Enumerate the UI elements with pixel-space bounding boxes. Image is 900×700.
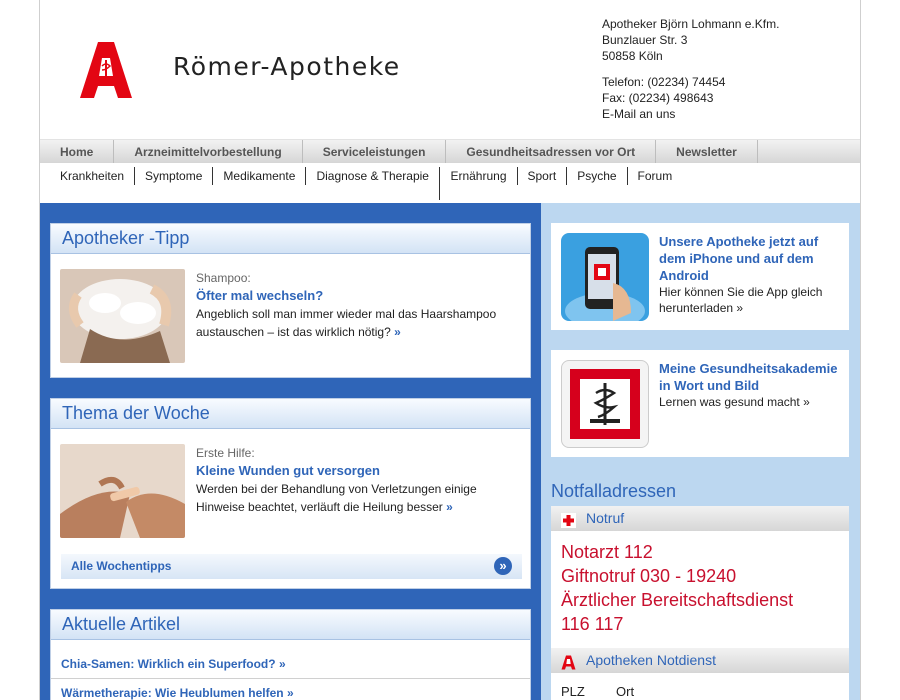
notdienst-header[interactable]: Apotheken Notdienst <box>551 648 849 673</box>
shampoo-image[interactable] <box>60 269 185 363</box>
subnav-symptome[interactable]: Symptome <box>135 167 214 185</box>
right-column: Unsere Apotheke jetzt auf dem iPhone und… <box>541 203 860 700</box>
contact-email-link[interactable]: E-Mail an uns <box>602 106 779 122</box>
double-chevron-right-icon: » <box>494 557 512 575</box>
woche-box: Thema der Woche Erste Hilfe: Kleine Wund… <box>50 398 531 589</box>
notdienst-box: Apotheken Notdienst PLZ Ort <box>551 648 849 700</box>
notruf-line-giftnotruf: Giftnotruf 030 - 19240 <box>561 566 737 586</box>
notruf-line-bereitschaftsdienst: Ärztlicher Bereitschaftsdienst <box>561 590 794 610</box>
subnav-medikamente[interactable]: Medikamente <box>213 167 307 185</box>
nav-home[interactable]: Home <box>40 140 115 163</box>
subnav-psyche[interactable]: Psyche <box>567 167 628 185</box>
all-weekly-tips-button[interactable]: Alle Wochentipps » <box>61 554 522 579</box>
woche-kicker: Erste Hilfe: <box>196 446 255 460</box>
notruf-line-notarzt: Notarzt 112 <box>561 542 653 562</box>
subnav-krankheiten[interactable]: Krankheiten <box>50 167 136 185</box>
contact-block: Apotheker Björn Lohmann e.Kfm. Bunzlauer… <box>602 16 779 122</box>
contact-owner: Apotheker Björn Lohmann e.Kfm. <box>602 17 780 31</box>
notruf-label: Notruf <box>586 510 625 526</box>
phone-app-icon <box>561 233 649 321</box>
nav-newsletter[interactable]: Newsletter <box>656 140 758 163</box>
sub-nav: Krankheiten Symptome Medikamente Diagnos… <box>50 167 682 201</box>
academy-promo-title[interactable]: Meine Gesundheitsakademie in Wort und Bi… <box>659 360 844 394</box>
left-column: Apotheker -Tipp Shampoo: Öfter mal wechs… <box>40 203 541 700</box>
woche-content: Erste Hilfe: Kleine Wunden gut versorgen… <box>196 444 516 516</box>
nav-serviceleistungen[interactable]: Serviceleistungen <box>303 140 447 163</box>
apotheke-small-icon <box>561 653 576 670</box>
all-weekly-tips-label: Alle Wochentipps <box>71 559 172 573</box>
notdienst-label: Apotheken Notdienst <box>586 652 716 668</box>
contact-fax: Fax: (02234) 498643 <box>602 91 714 105</box>
notfall-title: Notfalladressen <box>551 481 677 501</box>
woche-text-body: Werden bei der Behandlung von Verletzung… <box>196 482 477 514</box>
tipp-more-link[interactable]: » <box>394 325 401 339</box>
artikel-link-chia[interactable]: Chia-Samen: Wirklich ein Superfood? » <box>61 657 286 671</box>
contact-phone: Telefon: (02234) 74454 <box>602 75 726 89</box>
nav-gesundheitsadressen[interactable]: Gesundheitsadressen vor Ort <box>446 140 657 163</box>
notruf-header: Notruf <box>551 506 849 531</box>
notruf-numbers: Notarzt 112 Giftnotruf 030 - 19240 Ärztl… <box>551 531 849 636</box>
apotheke-logo-icon[interactable] <box>78 40 134 100</box>
subnav-sport[interactable]: Sport <box>518 167 568 185</box>
red-cross-icon <box>561 511 576 528</box>
app-promo-title[interactable]: Unsere Apotheke jetzt auf dem iPhone und… <box>659 233 844 284</box>
artikel-box: Aktuelle Artikel Chia-Samen: Wirklich ei… <box>50 609 531 700</box>
contact-street: Bunzlauer Str. 3 <box>602 33 688 47</box>
brand-title: Römer-Apotheke <box>173 52 401 81</box>
woche-text: Werden bei der Behandlung von Verletzung… <box>196 480 516 516</box>
artikel-more-chia: » <box>278 657 286 671</box>
tipp-content: Shampoo: Öfter mal wechseln? Angeblich s… <box>196 269 516 341</box>
subnav-diagnose-therapie[interactable]: Diagnose & Therapie <box>306 167 441 200</box>
artikel-link-waermetherapie[interactable]: Wärmetherapie: Wie Heublumen helfen » <box>61 686 294 700</box>
artikel-title: Aktuelle Artikel <box>51 610 530 640</box>
artikel-label-waermetherapie: Wärmetherapie: Wie Heublumen helfen <box>61 686 284 700</box>
notruf-line-116117: 116 117 <box>561 614 624 634</box>
notruf-box: Notruf Notarzt 112 Giftnotruf 030 - 1924… <box>551 506 849 648</box>
tipp-kicker: Shampoo: <box>196 271 251 285</box>
academy-promo[interactable]: Meine Gesundheitsakademie in Wort und Bi… <box>551 350 849 457</box>
artikel-more-waermetherapie: » <box>286 686 294 700</box>
app-promo-text[interactable]: Hier können Sie die App gleich herunterl… <box>659 284 844 316</box>
ort-label: Ort <box>616 684 635 699</box>
wound-care-image[interactable] <box>60 444 185 538</box>
subnav-forum[interactable]: Forum <box>628 167 683 185</box>
tipp-text: Angeblich soll man immer wieder mal das … <box>196 305 516 341</box>
contact-city: 50858 Köln <box>602 49 663 63</box>
academy-promo-text[interactable]: Lernen was gesund macht » <box>659 394 844 410</box>
woche-more-link[interactable]: » <box>446 500 453 514</box>
page: Römer-Apotheke Apotheker Björn Lohmann e… <box>39 0 861 700</box>
plz-label: PLZ <box>561 684 585 699</box>
main-nav: Home Arzneimittelvorbestellung Servicele… <box>40 139 860 163</box>
tipp-headline-link[interactable]: Öfter mal wechseln? <box>196 287 516 305</box>
app-promo[interactable]: Unsere Apotheke jetzt auf dem iPhone und… <box>551 223 849 330</box>
artikel-label-chia: Chia-Samen: Wirklich ein Superfood? <box>61 657 276 671</box>
woche-headline-link[interactable]: Kleine Wunden gut versorgen <box>196 462 516 480</box>
tipp-box: Apotheker -Tipp Shampoo: Öfter mal wechs… <box>50 223 531 378</box>
woche-title: Thema der Woche <box>51 399 530 429</box>
subnav-ernaehrung[interactable]: Ernährung <box>440 167 518 185</box>
aesculap-icon <box>561 360 649 448</box>
nav-arzneimittelvorbestellung[interactable]: Arzneimittelvorbestellung <box>114 140 303 163</box>
tipp-title: Apotheker -Tipp <box>51 224 530 254</box>
artikel-divider <box>51 678 530 679</box>
tipp-text-body: Angeblich soll man immer wieder mal das … <box>196 307 497 339</box>
